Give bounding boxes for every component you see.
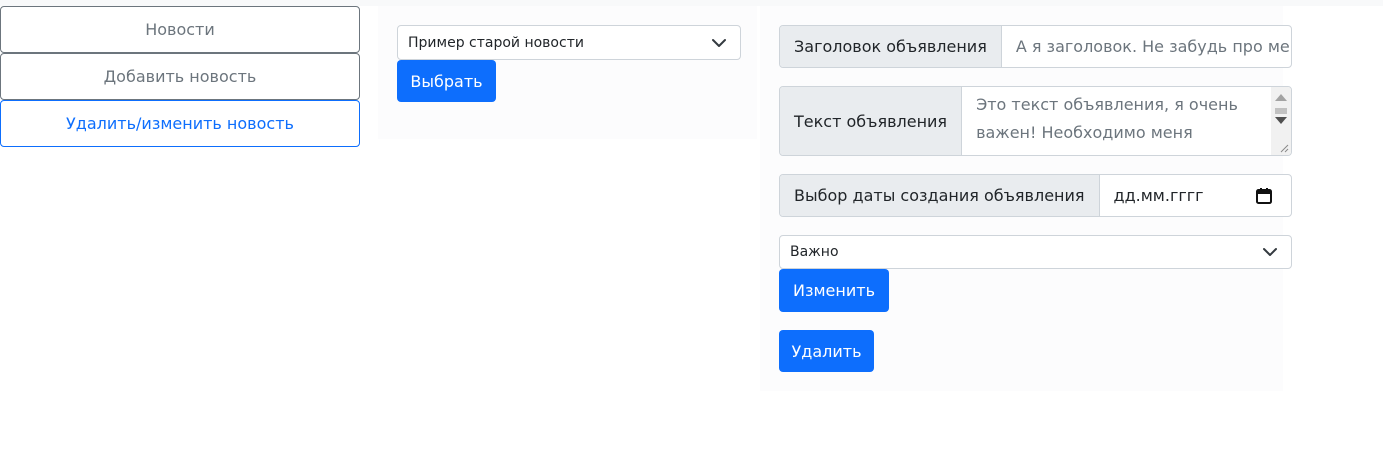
choose-button[interactable]: Выбрать	[397, 60, 496, 102]
date-input-group: Выбор даты создания объявления дд.мм.ггг…	[779, 174, 1292, 217]
scroll-up-icon[interactable]	[1275, 94, 1287, 101]
chevron-down-icon	[712, 38, 726, 47]
importance-select[interactable]: Важно	[779, 235, 1292, 269]
importance-select-value: Важно	[790, 244, 839, 260]
nav-add-news-button[interactable]: Добавить новость	[0, 53, 360, 100]
scroll-down-icon[interactable]	[1275, 117, 1287, 124]
nav-edit-delete-news-button[interactable]: Удалить/изменить новость	[0, 100, 360, 147]
text-input-group: Текст объявления Это текст объявления, я…	[779, 86, 1292, 156]
page: Новости Добавить новость Удалить/изменит…	[0, 0, 1383, 459]
title-input[interactable]: А я заголовок. Не забудь про ме	[1002, 26, 1291, 67]
title-label: Заголовок объявления	[780, 26, 1002, 67]
edit-button[interactable]: Изменить	[779, 269, 889, 312]
date-input[interactable]: дд.мм.гггг	[1100, 175, 1291, 216]
title-input-group: Заголовок объявления А я заголовок. Не з…	[779, 25, 1292, 68]
text-label: Текст объявления	[780, 87, 963, 155]
delete-button[interactable]: Удалить	[779, 330, 874, 372]
resize-grip-icon[interactable]	[1279, 143, 1289, 153]
text-line-2: важен! Необходимо меня	[976, 123, 1193, 142]
scroll-thumb[interactable]	[1275, 108, 1287, 114]
date-placeholder: дд.мм.гггг	[1113, 186, 1204, 205]
news-nav: Новости Добавить новость Удалить/изменит…	[0, 6, 360, 147]
text-line-1: Это текст объявления, я очень	[976, 95, 1238, 114]
nav-news-button[interactable]: Новости	[0, 6, 360, 53]
news-select[interactable]: Пример старой новости	[397, 25, 741, 60]
date-label: Выбор даты создания объявления	[780, 175, 1100, 216]
news-select-value: Пример старой новости	[408, 34, 584, 51]
text-textarea[interactable]: Это текст объявления, я очень важен! Нео…	[962, 87, 1291, 155]
calendar-icon[interactable]	[1255, 187, 1273, 205]
chevron-down-icon	[1263, 248, 1277, 256]
